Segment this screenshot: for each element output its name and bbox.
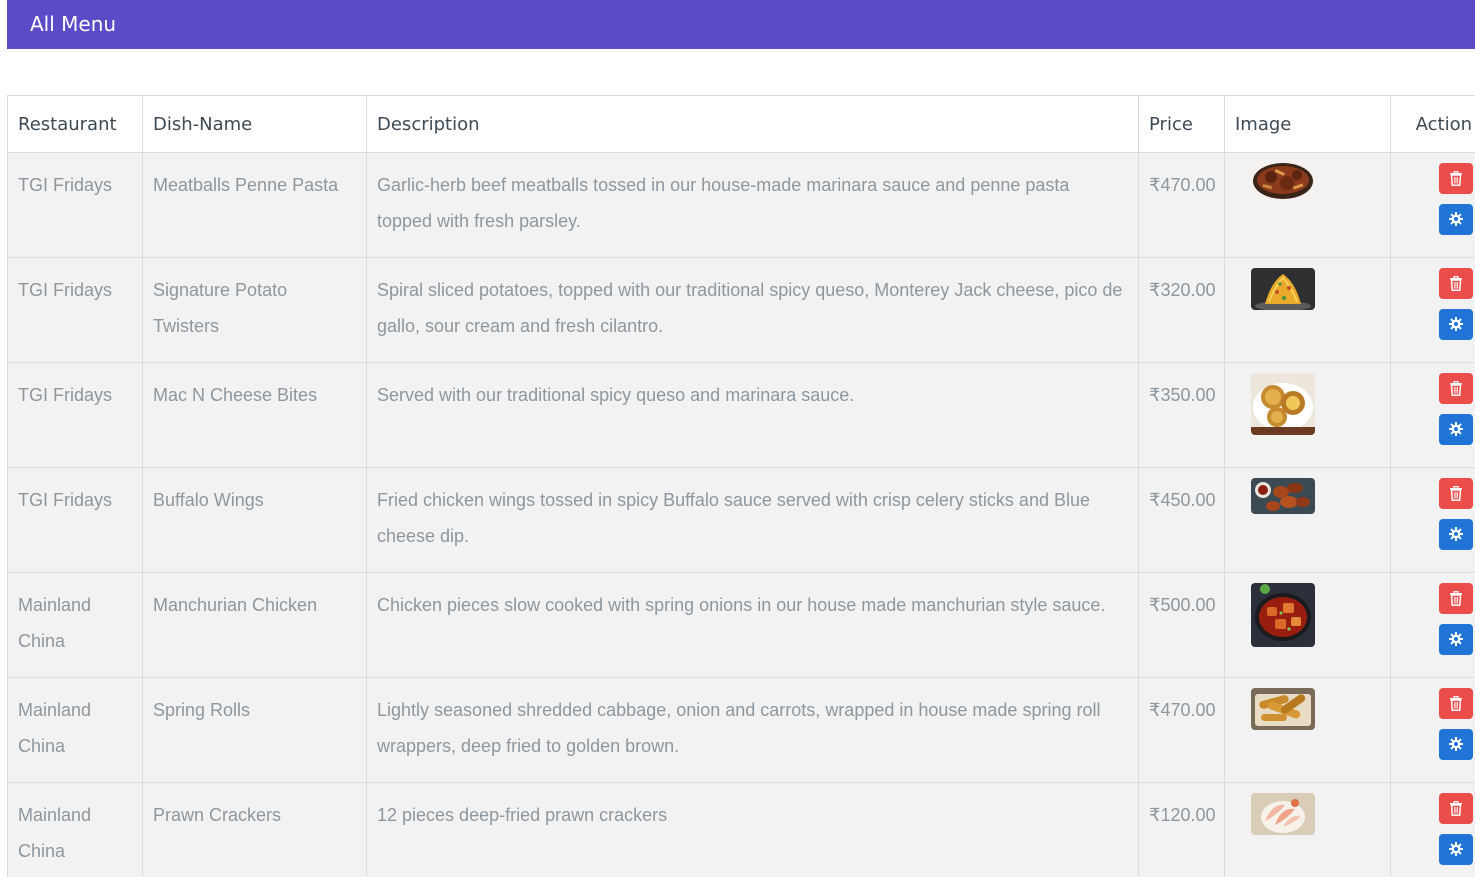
trash-icon bbox=[1450, 801, 1462, 816]
image-cell bbox=[1224, 467, 1391, 573]
image-cell bbox=[1224, 257, 1391, 363]
pasta-photo bbox=[1251, 163, 1315, 199]
action-cell bbox=[1390, 257, 1475, 363]
spring-rolls-photo bbox=[1251, 688, 1315, 730]
dish-name-cell: Manchurian Chicken bbox=[142, 572, 367, 678]
price-cell: ₹470.00 bbox=[1138, 677, 1225, 783]
trash-icon bbox=[1450, 696, 1462, 711]
delete-button[interactable] bbox=[1439, 583, 1473, 614]
image-cell bbox=[1224, 152, 1391, 258]
description-cell: 12 pieces deep-fried prawn crackers bbox=[366, 782, 1139, 877]
image-cell bbox=[1224, 677, 1391, 783]
table-row: TGI Fridays Mac N Cheese Bites Served wi… bbox=[7, 362, 1475, 468]
table-row: Mainland China Spring Rolls Lightly seas… bbox=[7, 677, 1475, 783]
price-cell: ₹120.00 bbox=[1138, 782, 1225, 877]
restaurant-cell: Mainland China bbox=[7, 572, 143, 678]
price-cell: ₹450.00 bbox=[1138, 467, 1225, 573]
table-row: Mainland China Manchurian Chicken Chicke… bbox=[7, 572, 1475, 678]
column-header-action: Action bbox=[1390, 95, 1475, 153]
gear-icon bbox=[1449, 737, 1463, 751]
page-header: All Menu bbox=[7, 0, 1475, 49]
table-row: TGI Fridays Signature Potato Twisters Sp… bbox=[7, 257, 1475, 363]
price-cell: ₹320.00 bbox=[1138, 257, 1225, 363]
restaurant-cell: Mainland China bbox=[7, 677, 143, 783]
action-cell bbox=[1390, 677, 1475, 783]
edit-button[interactable] bbox=[1439, 519, 1473, 550]
trash-icon bbox=[1450, 486, 1462, 501]
edit-button[interactable] bbox=[1439, 834, 1473, 865]
dish-name-cell: Buffalo Wings bbox=[142, 467, 367, 573]
restaurant-cell: TGI Fridays bbox=[7, 152, 143, 258]
restaurant-cell: TGI Fridays bbox=[7, 467, 143, 573]
table-row: TGI Fridays Meatballs Penne Pasta Garlic… bbox=[7, 152, 1475, 258]
dish-name-cell: Prawn Crackers bbox=[142, 782, 367, 877]
column-header-restaurant: Restaurant bbox=[7, 95, 143, 153]
image-cell bbox=[1224, 572, 1391, 678]
edit-button[interactable] bbox=[1439, 624, 1473, 655]
menu-table-container: Restaurant Dish-Name Description Price I… bbox=[7, 95, 1475, 877]
edit-button[interactable] bbox=[1439, 309, 1473, 340]
column-header-image: Image bbox=[1224, 95, 1391, 153]
action-cell bbox=[1390, 152, 1475, 258]
price-cell: ₹470.00 bbox=[1138, 152, 1225, 258]
description-cell: Spiral sliced potatoes, topped with our … bbox=[366, 257, 1139, 363]
trash-icon bbox=[1450, 276, 1462, 291]
gear-icon bbox=[1449, 212, 1463, 226]
trash-icon bbox=[1450, 591, 1462, 606]
prawn-crackers-photo bbox=[1251, 793, 1315, 835]
delete-button[interactable] bbox=[1439, 163, 1473, 194]
dish-name-cell: Meatballs Penne Pasta bbox=[142, 152, 367, 258]
table-row: TGI Fridays Buffalo Wings Fried chicken … bbox=[7, 467, 1475, 573]
description-cell: Fried chicken wings tossed in spicy Buff… bbox=[366, 467, 1139, 573]
price-cell: ₹350.00 bbox=[1138, 362, 1225, 468]
dish-name-cell: Signature Potato Twisters bbox=[142, 257, 367, 363]
action-cell bbox=[1390, 467, 1475, 573]
description-cell: Served with our traditional spicy queso … bbox=[366, 362, 1139, 468]
gear-icon bbox=[1449, 842, 1463, 856]
restaurant-cell: TGI Fridays bbox=[7, 257, 143, 363]
description-cell: Chicken pieces slow cooked with spring o… bbox=[366, 572, 1139, 678]
action-cell bbox=[1390, 572, 1475, 678]
column-header-description: Description bbox=[366, 95, 1139, 153]
page-title: All Menu bbox=[30, 12, 117, 36]
delete-button[interactable] bbox=[1439, 373, 1473, 404]
action-cell bbox=[1390, 782, 1475, 877]
dish-name-cell: Mac N Cheese Bites bbox=[142, 362, 367, 468]
action-cell bbox=[1390, 362, 1475, 468]
delete-button[interactable] bbox=[1439, 688, 1473, 719]
description-cell: Lightly seasoned shredded cabbage, onion… bbox=[366, 677, 1139, 783]
gear-icon bbox=[1449, 422, 1463, 436]
trash-icon bbox=[1450, 381, 1462, 396]
table-row: Mainland China Prawn Crackers 12 pieces … bbox=[7, 782, 1475, 877]
gear-icon bbox=[1449, 317, 1463, 331]
edit-button[interactable] bbox=[1439, 204, 1473, 235]
menu-table: Restaurant Dish-Name Description Price I… bbox=[7, 95, 1475, 877]
column-header-dish-name: Dish-Name bbox=[142, 95, 367, 153]
edit-button[interactable] bbox=[1439, 414, 1473, 445]
edit-button[interactable] bbox=[1439, 729, 1473, 760]
restaurant-cell: Mainland China bbox=[7, 782, 143, 877]
column-header-price: Price bbox=[1138, 95, 1225, 153]
delete-button[interactable] bbox=[1439, 478, 1473, 509]
image-cell bbox=[1224, 362, 1391, 468]
potato-twisters-photo bbox=[1251, 268, 1315, 310]
description-cell: Garlic-herb beef meatballs tossed in our… bbox=[366, 152, 1139, 258]
mac-cheese-bites-photo bbox=[1251, 373, 1315, 435]
buffalo-wings-photo bbox=[1251, 478, 1315, 514]
restaurant-cell: TGI Fridays bbox=[7, 362, 143, 468]
gear-icon bbox=[1449, 632, 1463, 646]
table-header-row: Restaurant Dish-Name Description Price I… bbox=[7, 95, 1475, 153]
trash-icon bbox=[1450, 171, 1462, 186]
image-cell bbox=[1224, 782, 1391, 877]
manchurian-chicken-photo bbox=[1251, 583, 1315, 647]
delete-button[interactable] bbox=[1439, 268, 1473, 299]
delete-button[interactable] bbox=[1439, 793, 1473, 824]
gear-icon bbox=[1449, 527, 1463, 541]
price-cell: ₹500.00 bbox=[1138, 572, 1225, 678]
dish-name-cell: Spring Rolls bbox=[142, 677, 367, 783]
